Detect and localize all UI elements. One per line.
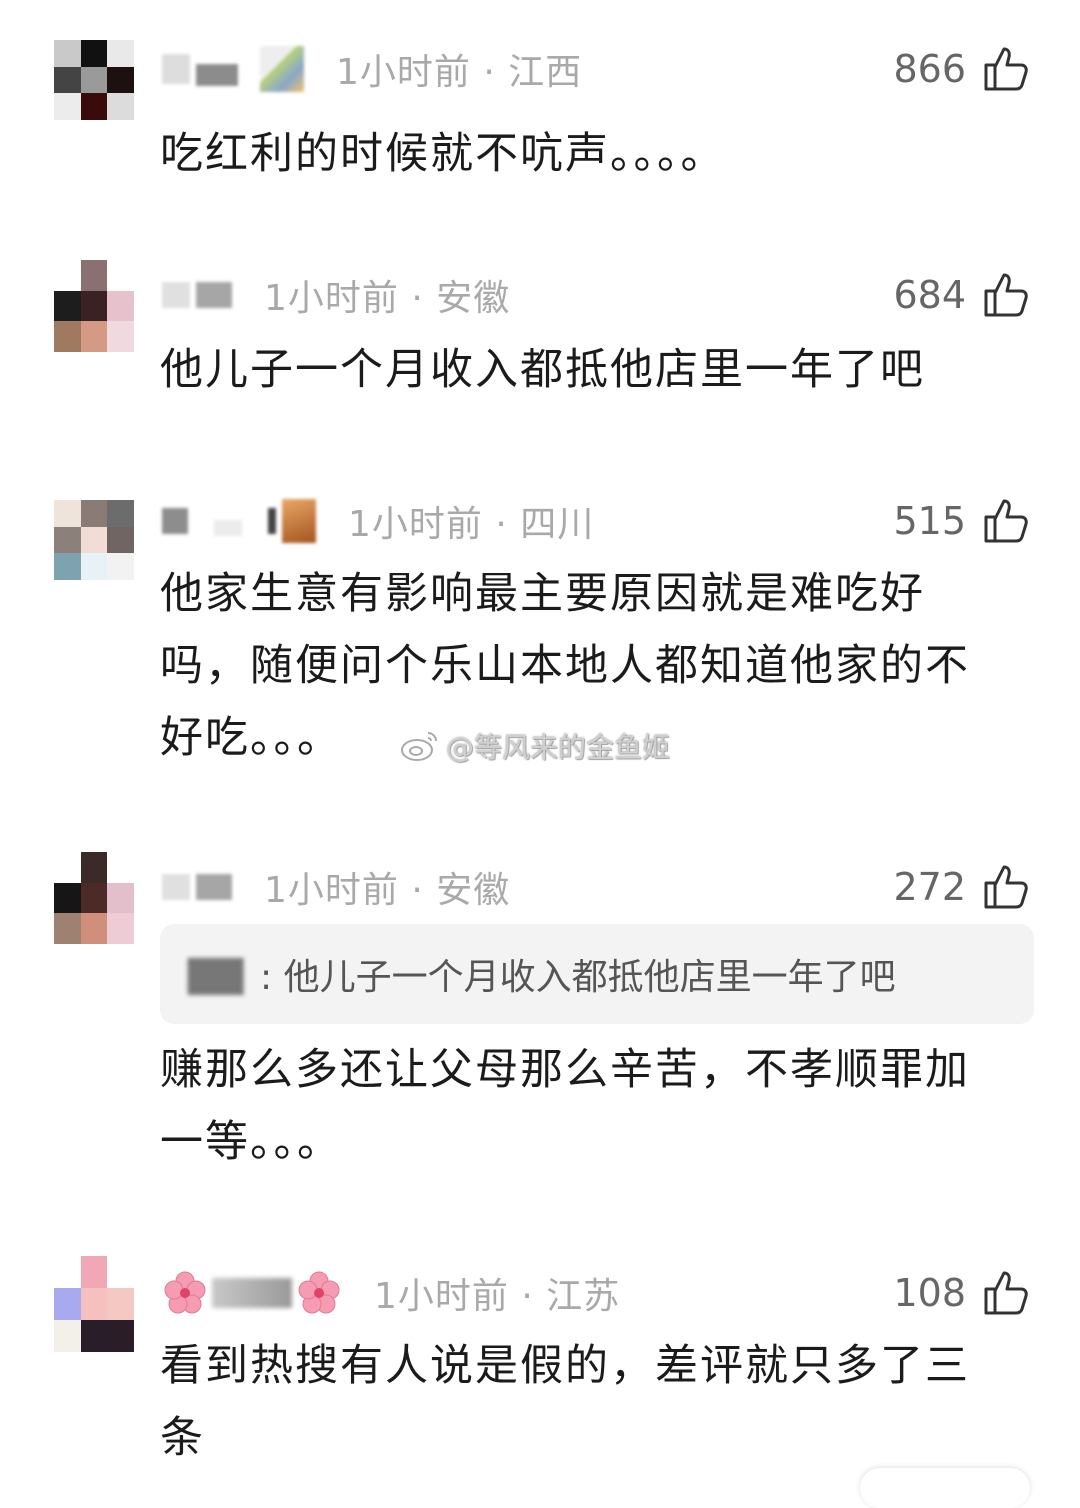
badge-icon	[282, 499, 316, 543]
cherry-blossom-icon	[298, 1271, 340, 1314]
like-area[interactable]: 272	[893, 860, 1030, 914]
quoted-username-blurred: ▇▇	[188, 953, 244, 995]
comment-line: 条	[160, 1413, 205, 1463]
comment-text: 看到热搜有人说是假的，差评就只多了三 条	[160, 1330, 1040, 1474]
comment-line: 一等。。。	[160, 1117, 342, 1167]
like-count: 272	[893, 865, 966, 909]
like-count: 684	[893, 273, 966, 317]
comment-line: 吗，随便问个乐山本地人都知道他家的不	[160, 641, 970, 691]
badge-icon	[260, 46, 304, 92]
comment-text: 赚那么多还让父母那么辛苦，不孝顺罪加 一等。。。	[160, 1034, 1040, 1178]
username-blurred[interactable]	[162, 499, 316, 543]
comment-meta: 1小时前 · 四川	[162, 494, 594, 548]
username-blurred[interactable]	[162, 874, 232, 900]
comment-meta: 1小时前 · 安徽	[162, 268, 510, 322]
floating-pill-button[interactable]	[860, 1468, 1030, 1508]
like-area[interactable]: 684	[893, 268, 1030, 322]
time-location: 1小时前 · 四川	[348, 504, 595, 545]
thumbs-up-icon[interactable]	[982, 45, 1030, 93]
thumbs-up-icon[interactable]	[982, 497, 1030, 545]
avatar[interactable]	[54, 852, 134, 944]
comment-text: 他儿子一个月收入都抵他店里一年了吧	[160, 345, 925, 395]
thumbs-up-icon[interactable]	[982, 863, 1030, 911]
like-count: 515	[893, 499, 966, 543]
username-blurred[interactable]	[162, 46, 304, 92]
username-blurred[interactable]	[162, 1270, 342, 1316]
comment-meta: 1小时前 · 安徽	[162, 860, 510, 914]
quoted-text: : 他儿子一个月收入都抵他店里一年了吧	[260, 957, 896, 998]
comment-line: 赚那么多还让父母那么辛苦，不孝顺罪加	[160, 1045, 970, 1095]
time-location: 1小时前 · 安徽	[264, 870, 511, 911]
comment-text: 吃红利的时候就不吭声。。。。	[160, 129, 726, 179]
thumbs-up-icon[interactable]	[982, 271, 1030, 319]
avatar[interactable]	[54, 1256, 134, 1352]
quoted-reply[interactable]: ▇▇ : 他儿子一个月收入都抵他店里一年了吧	[160, 924, 1034, 1024]
time-location: 1小时前 · 江西	[336, 52, 583, 93]
avatar[interactable]	[54, 260, 134, 352]
watermark: @等风来的金鱼姬	[400, 726, 670, 766]
avatar[interactable]	[54, 40, 134, 120]
like-area[interactable]: 515	[893, 494, 1030, 548]
like-area[interactable]: 108	[893, 1266, 1030, 1320]
time-location: 1小时前 · 安徽	[264, 278, 511, 319]
time-location: 1小时前 · 江苏	[374, 1276, 621, 1317]
like-area[interactable]: 866	[893, 42, 1030, 96]
avatar[interactable]	[54, 500, 134, 580]
comment-line: 看到热搜有人说是假的，差评就只多了三	[160, 1341, 970, 1391]
like-count: 108	[893, 1271, 966, 1315]
cherry-blossom-icon	[164, 1271, 206, 1314]
thumbs-up-icon[interactable]	[982, 1269, 1030, 1317]
comment-meta: 1小时前 · 江苏	[162, 1266, 620, 1320]
username-blurred[interactable]	[162, 282, 232, 308]
watermark-text: @等风来的金鱼姬	[446, 731, 671, 764]
comment-line: 他家生意有影响最主要原因就是难吃好	[160, 569, 925, 619]
comment-meta: 1小时前 · 江西	[162, 42, 582, 96]
like-count: 866	[893, 47, 966, 91]
weibo-logo-icon	[401, 732, 437, 761]
